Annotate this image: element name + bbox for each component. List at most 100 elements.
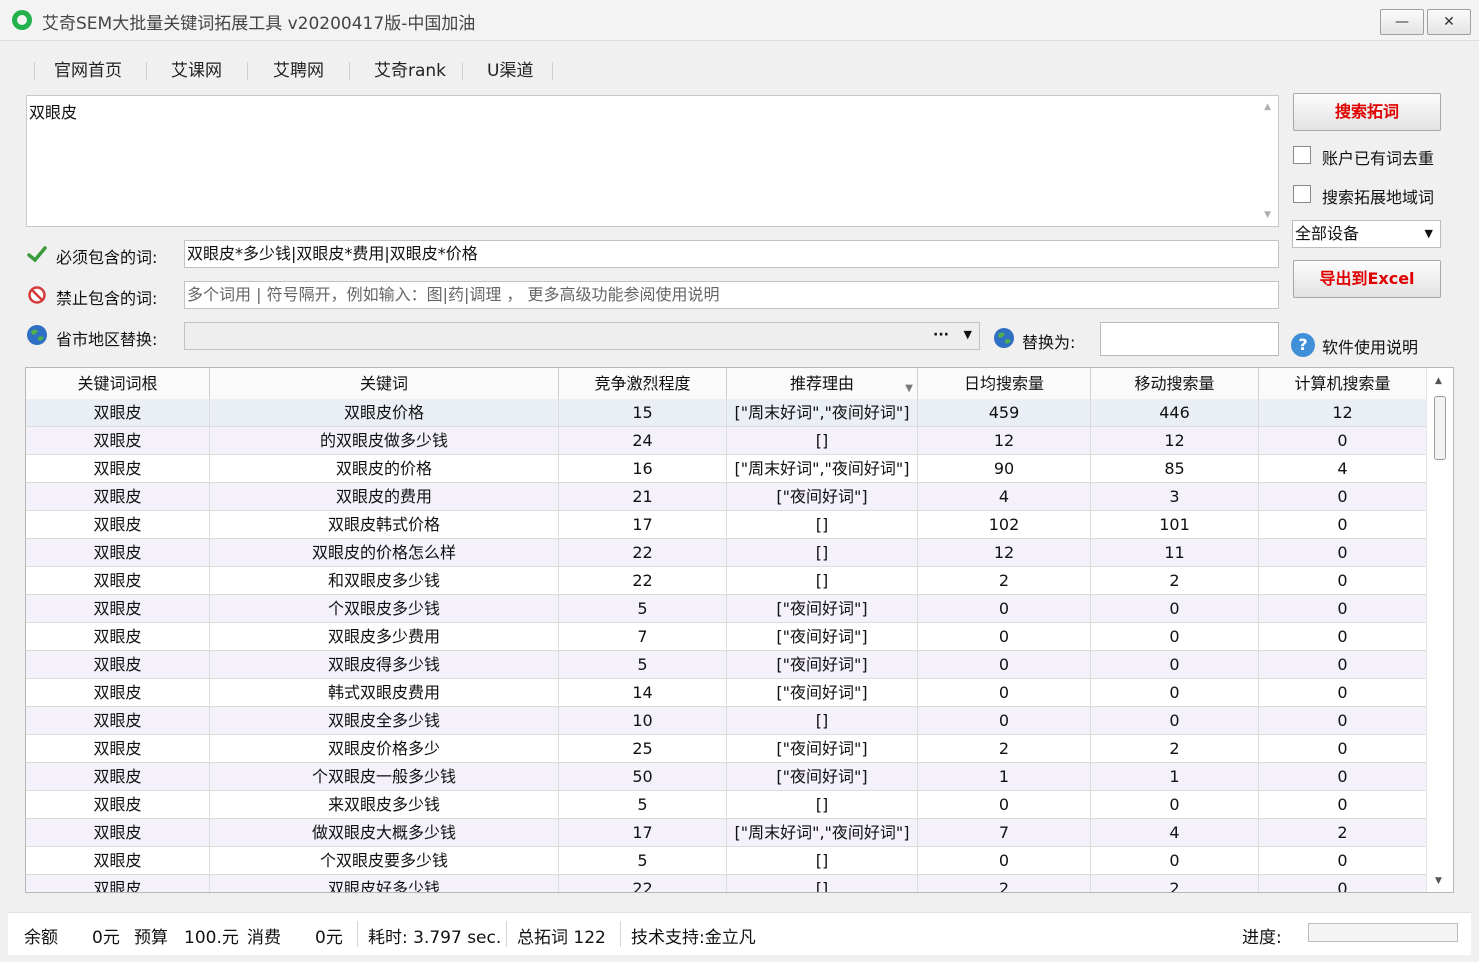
cell-daily-search[interactable]: 459: [918, 399, 1091, 426]
menu-item-u-channel[interactable]: U渠道: [487, 58, 533, 84]
cell-pc-search[interactable]: 0: [1259, 539, 1427, 566]
cell-mobile-search[interactable]: 0: [1091, 623, 1259, 650]
cell-mobile-search[interactable]: 0: [1091, 679, 1259, 706]
cell-keyword[interactable]: 个双眼皮一般多少钱: [210, 763, 559, 790]
cell-pc-search[interactable]: 0: [1259, 595, 1427, 622]
cell-pc-search[interactable]: 0: [1259, 763, 1427, 790]
export-excel-button[interactable]: 导出到Excel: [1293, 260, 1441, 298]
cell-reason[interactable]: []: [727, 875, 918, 892]
cell-root[interactable]: 双眼皮: [26, 399, 210, 426]
cell-root[interactable]: 双眼皮: [26, 847, 210, 874]
scrollbar-thumb[interactable]: [1434, 396, 1446, 460]
cell-competition[interactable]: 5: [559, 847, 727, 874]
dedupe-checkbox[interactable]: [1293, 146, 1311, 164]
cell-daily-search[interactable]: 90: [918, 455, 1091, 482]
table-row[interactable]: 双眼皮 双眼皮韩式价格 17[] 102 101 0: [26, 511, 1427, 539]
replace-with-input[interactable]: [1100, 322, 1279, 356]
cell-competition[interactable]: 24: [559, 427, 727, 454]
cell-daily-search[interactable]: 0: [918, 651, 1091, 678]
must-include-input[interactable]: 双眼皮*多少钱|双眼皮*费用|双眼皮*价格: [184, 240, 1279, 268]
menu-item-aipin[interactable]: 艾聘网: [273, 58, 324, 84]
cell-pc-search[interactable]: 0: [1259, 511, 1427, 538]
table-row[interactable]: 双眼皮 做双眼皮大概多少钱 17 ["周末好词","夜间好词"] 7 4 2: [26, 819, 1427, 847]
cell-keyword[interactable]: 的双眼皮做多少钱: [210, 427, 559, 454]
cell-competition[interactable]: 22: [559, 875, 727, 892]
table-row[interactable]: 双眼皮 双眼皮多少费用 7 ["夜间好词"] 0 0 0: [26, 623, 1427, 651]
cell-keyword[interactable]: 韩式双眼皮费用: [210, 679, 559, 706]
table-row[interactable]: 双眼皮 双眼皮价格多少 25 ["夜间好词"] 2 2 0: [26, 735, 1427, 763]
table-row[interactable]: 双眼皮 双眼皮得多少钱 5 ["夜间好词"] 0 0 0: [26, 651, 1427, 679]
cell-mobile-search[interactable]: 101: [1091, 511, 1259, 538]
cell-mobile-search[interactable]: 0: [1091, 707, 1259, 734]
cell-mobile-search[interactable]: 85: [1091, 455, 1259, 482]
cell-reason[interactable]: ["夜间好词"]: [727, 763, 918, 790]
menu-item-aiqi-rank[interactable]: 艾奇rank: [374, 58, 446, 84]
table-row[interactable]: 双眼皮 双眼皮好多少钱 22[] 2 2 0: [26, 875, 1427, 892]
textarea-scrollbar[interactable]: ▲ ▼: [1256, 96, 1278, 226]
cell-reason[interactable]: ["夜间好词"]: [727, 595, 918, 622]
table-row[interactable]: 双眼皮 来双眼皮多少钱 5[] 0 0 0: [26, 791, 1427, 819]
cell-mobile-search[interactable]: 4: [1091, 819, 1259, 846]
cell-daily-search[interactable]: 0: [918, 595, 1091, 622]
cell-competition[interactable]: 7: [559, 623, 727, 650]
cell-root[interactable]: 双眼皮: [26, 567, 210, 594]
cell-keyword[interactable]: 双眼皮的价格: [210, 455, 559, 482]
scroll-down-icon[interactable]: ▼: [1264, 210, 1271, 220]
cell-reason[interactable]: ["夜间好词"]: [727, 679, 918, 706]
cell-competition[interactable]: 22: [559, 539, 727, 566]
region-words-checkbox[interactable]: [1293, 185, 1311, 203]
cell-keyword[interactable]: 双眼皮得多少钱: [210, 651, 559, 678]
cell-reason[interactable]: ["夜间好词"]: [727, 735, 918, 762]
menu-item-aike[interactable]: 艾课网: [171, 58, 222, 84]
cell-mobile-search[interactable]: 0: [1091, 651, 1259, 678]
table-row[interactable]: 双眼皮 个双眼皮一般多少钱 50 ["夜间好词"] 1 1 0: [26, 763, 1427, 791]
cell-keyword[interactable]: 和双眼皮多少钱: [210, 567, 559, 594]
cell-pc-search[interactable]: 0: [1259, 707, 1427, 734]
cell-reason[interactable]: []: [727, 707, 918, 734]
cell-pc-search[interactable]: 0: [1259, 735, 1427, 762]
help-icon[interactable]: ?: [1291, 333, 1315, 357]
cell-keyword[interactable]: 双眼皮价格: [210, 399, 559, 426]
cell-reason[interactable]: []: [727, 567, 918, 594]
cell-competition[interactable]: 50: [559, 763, 727, 790]
cell-competition[interactable]: 16: [559, 455, 727, 482]
cell-keyword[interactable]: 来双眼皮多少钱: [210, 791, 559, 818]
cell-root[interactable]: 双眼皮: [26, 651, 210, 678]
cell-root[interactable]: 双眼皮: [26, 875, 210, 892]
exclude-input[interactable]: 多个词用 | 符号隔开，例如输入：图|药|调理 ， 更多高级功能参阅使用说明: [184, 281, 1279, 309]
cell-pc-search[interactable]: 0: [1259, 791, 1427, 818]
cell-pc-search[interactable]: 0: [1259, 847, 1427, 874]
cell-daily-search[interactable]: 0: [918, 679, 1091, 706]
cell-competition[interactable]: 15: [559, 399, 727, 426]
region-select[interactable]: ··· ▼: [184, 322, 980, 350]
cell-daily-search[interactable]: 4: [918, 483, 1091, 510]
table-row[interactable]: 双眼皮 韩式双眼皮费用 14 ["夜间好词"] 0 0 0: [26, 679, 1427, 707]
cell-keyword[interactable]: 做双眼皮大概多少钱: [210, 819, 559, 846]
column-header-daily-search[interactable]: 日均搜索量: [918, 368, 1091, 399]
column-header-pc-search[interactable]: 计算机搜索量: [1259, 368, 1427, 399]
cell-reason[interactable]: []: [727, 427, 918, 454]
column-header-mobile-search[interactable]: 移动搜索量: [1091, 368, 1259, 399]
cell-root[interactable]: 双眼皮: [26, 791, 210, 818]
cell-daily-search[interactable]: 0: [918, 707, 1091, 734]
cell-daily-search[interactable]: 2: [918, 567, 1091, 594]
cell-mobile-search[interactable]: 0: [1091, 791, 1259, 818]
cell-keyword[interactable]: 双眼皮韩式价格: [210, 511, 559, 538]
cell-keyword[interactable]: 双眼皮全多少钱: [210, 707, 559, 734]
device-select[interactable]: 全部设备 ▼: [1292, 220, 1441, 248]
cell-competition[interactable]: 17: [559, 819, 727, 846]
cell-reason[interactable]: ["周末好词","夜间好词"]: [727, 455, 918, 482]
cell-daily-search[interactable]: 12: [918, 539, 1091, 566]
cell-root[interactable]: 双眼皮: [26, 483, 210, 510]
cell-pc-search[interactable]: 0: [1259, 875, 1427, 892]
table-scrollbar[interactable]: ▲ ▼: [1426, 368, 1453, 892]
cell-competition[interactable]: 5: [559, 791, 727, 818]
cell-reason[interactable]: []: [727, 539, 918, 566]
cell-root[interactable]: 双眼皮: [26, 455, 210, 482]
cell-mobile-search[interactable]: 446: [1091, 399, 1259, 426]
cell-root[interactable]: 双眼皮: [26, 819, 210, 846]
cell-daily-search[interactable]: 0: [918, 623, 1091, 650]
cell-competition[interactable]: 22: [559, 567, 727, 594]
cell-mobile-search[interactable]: 11: [1091, 539, 1259, 566]
cell-reason[interactable]: ["夜间好词"]: [727, 623, 918, 650]
